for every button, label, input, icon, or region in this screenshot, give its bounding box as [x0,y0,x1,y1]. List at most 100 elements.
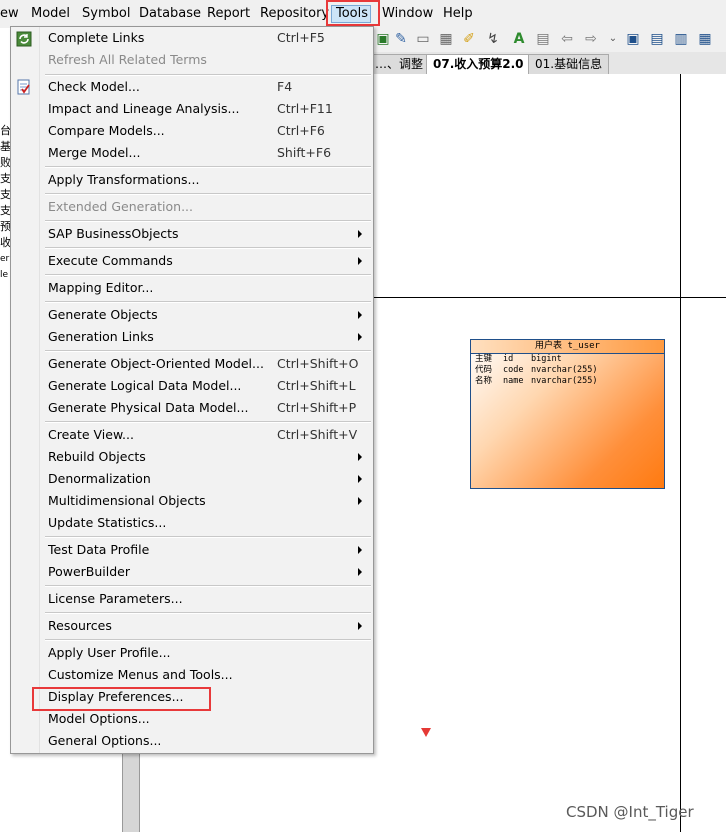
menu-item-generate-objects[interactable]: Generate Objects [48,304,158,326]
menu-item-compare-models[interactable]: Compare Models... [48,120,165,142]
menu-item-check-model[interactable]: Check Model... [48,76,140,98]
menu-separator [45,536,371,538]
arrow-left-icon[interactable]: ⇦ [558,30,576,48]
menu-item-generate-oom[interactable]: Generate Object-Oriented Model... [48,353,264,375]
check-model-icon [17,79,30,95]
toolbar-icon-8[interactable]: ▤ [534,30,552,48]
toolbar-icon-15[interactable]: ▦ [696,30,714,48]
shortcut-check-model: F4 [277,79,293,94]
menu-report[interactable]: Report [207,6,250,22]
menu-item-complete-links[interactable]: Complete Links [48,27,144,49]
shortcut-complete-links: Ctrl+F5 [277,30,325,45]
menu-item-extended-generation[interactable]: Extended Generation... [48,196,193,218]
submenu-arrow-icon [358,568,362,576]
menu-item-refresh-related-terms[interactable]: Refresh All Related Terms [48,49,207,71]
menu-item-test-data-profile[interactable]: Test Data Profile [48,539,149,561]
arrow-right-icon[interactable]: ⇨ [582,30,600,48]
menu-item-execute-commands[interactable]: Execute Commands [48,250,173,272]
overflow-icon[interactable]: ⌄ [604,30,622,48]
menu-item-customize-menus[interactable]: Customize Menus and Tools... [48,664,233,686]
menu-item-generate-pdm[interactable]: Generate Physical Data Model... [48,397,248,419]
menu-window[interactable]: Window [382,6,433,22]
splitter-bar[interactable] [122,752,140,832]
menu-item-license-parameters[interactable]: License Parameters... [48,588,183,610]
menu-symbol[interactable]: Symbol [82,6,130,22]
tools-dropdown-menu: Complete Links Ctrl+F5 Refresh All Relat… [10,26,374,754]
table-column-row: 主键 id bigint [475,354,562,364]
menu-item-merge-model[interactable]: Merge Model... [48,142,140,164]
menu-bar: ew Model Symbol Database Report Reposito… [0,0,726,29]
submenu-arrow-icon [358,497,362,505]
menu-separator [45,166,371,168]
menu-database[interactable]: Database [139,6,201,22]
shortcut-generate-ldm: Ctrl+Shift+L [277,378,356,393]
menu-item-impact-lineage[interactable]: Impact and Lineage Analysis... [48,98,239,120]
toolbar-icon-2[interactable]: ✎ [392,30,410,48]
menu-item-general-options[interactable]: General Options... [48,730,161,752]
table-symbol-t-user[interactable]: 用户表 t_user 主键 id bigint 代码 code nvarchar(255… [470,339,665,489]
menu-view[interactable]: ew [0,6,19,22]
menu-separator [45,421,371,423]
browser-text: er [0,254,10,264]
table-column-row: 代码 code nvarchar(255) [475,365,598,375]
tab-basic-info[interactable]: 01.基础信息 [528,54,610,74]
submenu-arrow-icon [358,622,362,630]
menu-separator [45,247,371,249]
shortcut-create-view: Ctrl+Shift+V [277,427,358,442]
menu-item-resources[interactable]: Resources [48,615,112,637]
diagram-tab-bar: …、调整 07.收入预算2.0 01.基础信息 [368,52,726,75]
menu-item-multidimensional-objects[interactable]: Multidimensional Objects [48,490,206,512]
menu-item-apply-transformations[interactable]: Apply Transformations... [48,169,199,191]
menu-item-model-options[interactable]: Model Options... [48,708,150,730]
pointer-icon[interactable]: ↯ [484,30,502,48]
submenu-arrow-icon [358,230,362,238]
shortcut-generate-pdm: Ctrl+Shift+P [277,400,357,415]
toolbar-icon-3[interactable]: ▭ [414,30,432,48]
page-boundary-vertical [680,74,681,832]
menu-repository[interactable]: Repository [260,6,329,22]
watermark: CSDN @Int_Tiger [566,803,694,821]
toolbar-icon-14[interactable]: ▥ [672,30,690,48]
tab-adjust[interactable]: …、调整 [368,54,431,74]
menu-item-create-view[interactable]: Create View... [48,424,134,446]
toolbar-icon-1[interactable]: ▣ [374,30,392,48]
page-boundary-horizontal [374,297,726,298]
menu-separator [45,301,371,303]
submenu-arrow-icon [358,546,362,554]
toolbar-icon-13[interactable]: ▤ [648,30,666,48]
menu-separator [45,193,371,195]
submenu-arrow-icon [358,475,362,483]
shortcut-compare-models: Ctrl+F6 [277,123,325,138]
toolbar-icon-4[interactable]: ▦ [437,30,455,48]
menu-separator [45,612,371,614]
shortcut-generate-oom: Ctrl+Shift+O [277,356,359,371]
text-a-icon[interactable]: A [510,30,528,48]
menu-item-generation-links[interactable]: Generation Links [48,326,154,348]
submenu-arrow-icon [358,453,362,461]
tab-income-budget[interactable]: 07.收入预算2.0 [426,54,531,74]
menu-separator [45,585,371,587]
menu-item-update-statistics[interactable]: Update Statistics... [48,512,166,534]
menu-item-apply-user-profile[interactable]: Apply User Profile... [48,642,171,664]
menu-model[interactable]: Model [31,6,70,22]
submenu-arrow-icon [358,257,362,265]
toolbar: ▣ ✎ ▭ ▦ ✐ ↯ A ▤ ⇦ ⇨ ⌄ ▣ ▤ ▥ ▦ [374,28,726,52]
menu-item-sap-businessobjects[interactable]: SAP BusinessObjects [48,223,179,245]
shortcut-impact-lineage: Ctrl+F11 [277,101,333,116]
tools-highlight-box [326,0,380,26]
toolbar-icon-12[interactable]: ▣ [624,30,642,48]
menu-item-rebuild-objects[interactable]: Rebuild Objects [48,446,146,468]
submenu-arrow-icon [358,333,362,341]
table-column-row: 名称 name nvarchar(255) [475,376,598,386]
browser-text: le [0,270,9,280]
menu-item-powerbuilder[interactable]: PowerBuilder [48,561,130,583]
menu-item-mapping-editor[interactable]: Mapping Editor... [48,277,153,299]
brush-icon[interactable]: ✐ [460,30,478,48]
menu-help[interactable]: Help [443,6,473,22]
menu-icon-gutter [11,27,40,753]
menu-item-generate-ldm[interactable]: Generate Logical Data Model... [48,375,241,397]
submenu-arrow-icon [358,311,362,319]
table-title: 用户表 t_user [471,340,664,354]
menu-item-denormalization[interactable]: Denormalization [48,468,151,490]
shortcut-merge-model: Shift+F6 [277,145,332,160]
